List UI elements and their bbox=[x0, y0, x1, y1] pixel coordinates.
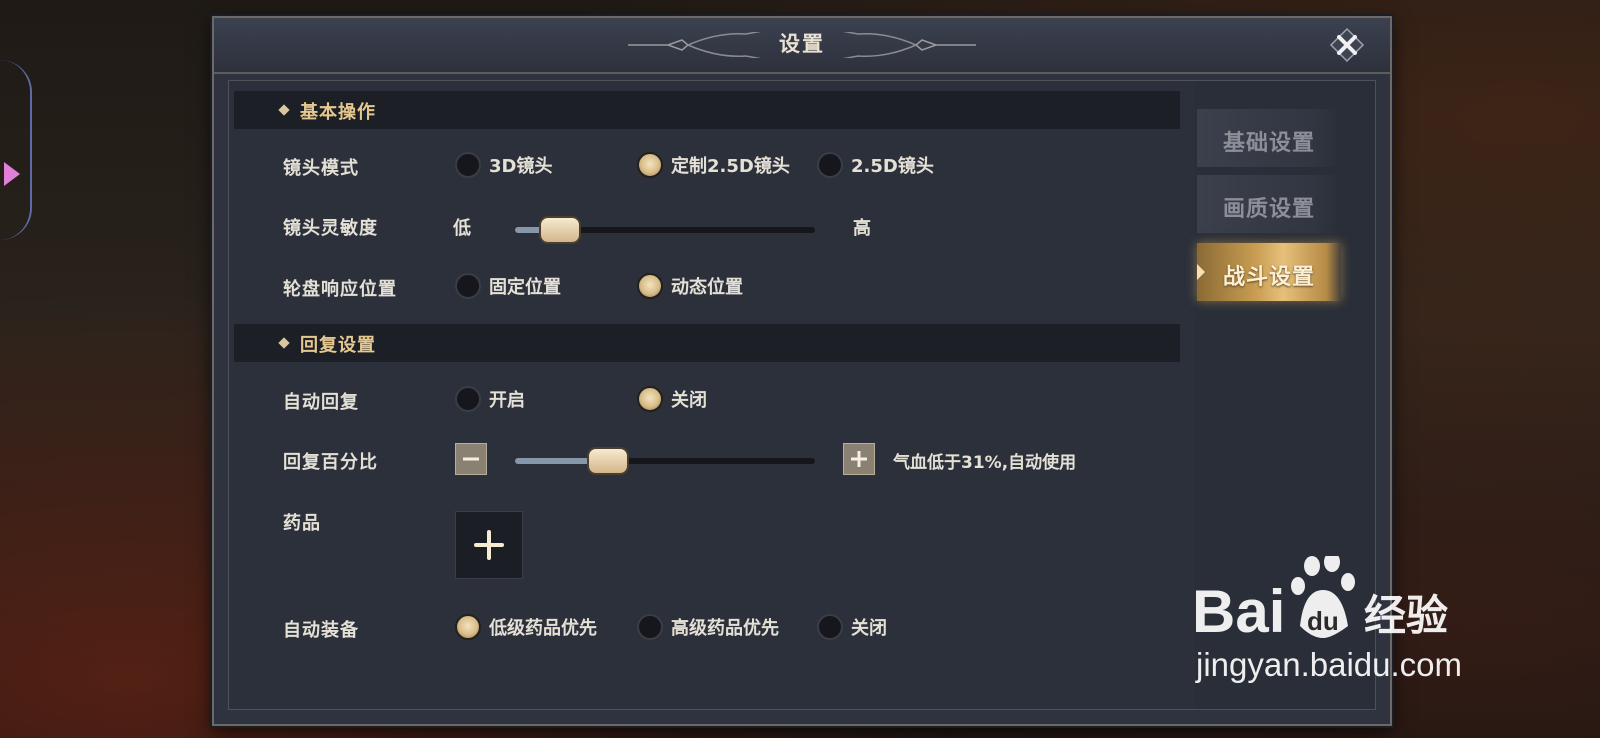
radio-dot-icon bbox=[455, 273, 481, 299]
auto-recover-label: 自动回复 bbox=[283, 392, 359, 413]
radio-label: 动态位置 bbox=[671, 277, 743, 298]
radio-equip-low-first[interactable]: 低级药品优先 bbox=[455, 612, 597, 642]
recover-status-text: 气血低于31%,自动使用 bbox=[893, 453, 1077, 473]
radio-dot-selected-icon bbox=[637, 386, 663, 412]
radio-equip-high-first[interactable]: 高级药品优先 bbox=[637, 612, 779, 642]
decrease-percent-button[interactable] bbox=[455, 443, 487, 475]
tab-label: 战斗设置 bbox=[1223, 265, 1316, 290]
plus-icon bbox=[474, 530, 504, 560]
radio-dot-icon bbox=[455, 152, 481, 178]
section-header-recovery: 回复设置 bbox=[234, 324, 1180, 362]
camera-sensitivity-label: 镜头灵敏度 bbox=[283, 218, 378, 239]
active-tab-arrow-icon bbox=[1197, 264, 1205, 280]
side-expand-arrow-icon[interactable] bbox=[4, 162, 20, 186]
tab-graphics-settings[interactable]: 画质设置 bbox=[1197, 175, 1341, 233]
tab-label: 基础设置 bbox=[1223, 131, 1316, 156]
slider-thumb[interactable] bbox=[539, 216, 581, 244]
background-decoration bbox=[0, 60, 32, 240]
camera-mode-label: 镜头模式 bbox=[283, 158, 359, 179]
radio-label: 高级药品优先 bbox=[671, 618, 779, 639]
sensitivity-high-label: 高 bbox=[853, 218, 871, 239]
close-button[interactable] bbox=[1328, 26, 1366, 64]
slider-thumb[interactable] bbox=[587, 447, 629, 475]
radio-camera-25d[interactable]: 2.5D镜头 bbox=[817, 150, 934, 180]
radio-label: 关闭 bbox=[671, 390, 707, 411]
section-header-basic: 基本操作 bbox=[234, 91, 1180, 129]
radio-label: 固定位置 bbox=[489, 277, 561, 298]
wheel-position-label: 轮盘响应位置 bbox=[283, 279, 397, 300]
radio-label: 关闭 bbox=[851, 618, 887, 639]
radio-label: 定制2.5D镜头 bbox=[671, 156, 790, 177]
diamond-bullet-icon bbox=[278, 104, 290, 116]
radio-dot-selected-icon bbox=[637, 152, 663, 178]
tab-basic-settings[interactable]: 基础设置 bbox=[1197, 109, 1341, 167]
title-ornament-right-icon bbox=[836, 32, 976, 58]
tab-combat-settings[interactable]: 战斗设置 bbox=[1197, 243, 1341, 301]
radio-dot-icon bbox=[817, 152, 843, 178]
radio-equip-off[interactable]: 关闭 bbox=[817, 612, 887, 642]
radio-label: 低级药品优先 bbox=[489, 618, 597, 639]
radio-camera-custom-25d[interactable]: 定制2.5D镜头 bbox=[637, 150, 790, 180]
camera-sensitivity-slider[interactable] bbox=[515, 216, 815, 244]
dialog-titlebar: 设置 bbox=[214, 18, 1390, 74]
radio-auto-recover-on[interactable]: 开启 bbox=[455, 384, 525, 414]
radio-camera-3d[interactable]: 3D镜头 bbox=[455, 150, 552, 180]
settings-dialog: 设置 基本操作 镜头模式 3D镜头 定制2.5D镜头 2.5D镜头 镜头灵敏度 … bbox=[212, 16, 1392, 726]
radio-wheel-fixed[interactable]: 固定位置 bbox=[455, 271, 561, 301]
plus-icon bbox=[851, 451, 867, 467]
diamond-bullet-icon bbox=[278, 337, 290, 349]
minus-icon bbox=[463, 457, 479, 461]
sensitivity-low-label: 低 bbox=[453, 218, 471, 239]
add-potion-slot[interactable] bbox=[455, 511, 523, 579]
tab-label: 画质设置 bbox=[1223, 197, 1316, 222]
radio-wheel-dynamic[interactable]: 动态位置 bbox=[637, 271, 743, 301]
radio-auto-recover-off[interactable]: 关闭 bbox=[637, 384, 707, 414]
recover-percent-slider[interactable] bbox=[515, 447, 815, 475]
settings-content: 基本操作 镜头模式 3D镜头 定制2.5D镜头 2.5D镜头 镜头灵敏度 低 高… bbox=[228, 80, 1376, 710]
section-title: 回复设置 bbox=[300, 335, 376, 356]
settings-tabs: 基础设置 画质设置 战斗设置 bbox=[1195, 81, 1375, 709]
auto-equip-label: 自动装备 bbox=[283, 620, 359, 641]
radio-label: 2.5D镜头 bbox=[851, 156, 934, 177]
radio-dot-selected-icon bbox=[637, 273, 663, 299]
radio-dot-icon bbox=[455, 386, 481, 412]
increase-percent-button[interactable] bbox=[843, 443, 875, 475]
radio-label: 3D镜头 bbox=[489, 156, 553, 177]
dialog-title: 设置 bbox=[779, 32, 825, 56]
radio-label: 开启 bbox=[489, 390, 525, 411]
potion-label: 药品 bbox=[283, 513, 321, 534]
section-title: 基本操作 bbox=[300, 102, 376, 123]
radio-dot-icon bbox=[637, 614, 663, 640]
recover-percent-label: 回复百分比 bbox=[283, 452, 378, 473]
close-x-icon bbox=[1329, 27, 1365, 63]
radio-dot-selected-icon bbox=[455, 614, 481, 640]
radio-dot-icon bbox=[817, 614, 843, 640]
